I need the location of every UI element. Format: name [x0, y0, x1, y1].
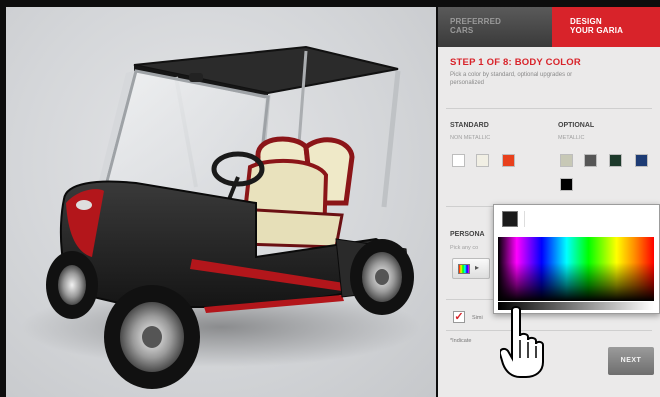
color-palette-icon	[458, 264, 470, 274]
swatch-standard-cream[interactable]	[476, 154, 489, 167]
app-frame: PREFERRED CARS DESIGN YOUR GARIA STEP 1 …	[0, 0, 660, 397]
personalized-subheader: Pick any co	[450, 245, 479, 251]
chevron-right-icon: ▸	[475, 263, 480, 272]
golf-cart-image	[21, 45, 421, 389]
swatch-optional-green[interactable]	[609, 154, 622, 167]
tab-design-line2: YOUR GARIA	[570, 26, 624, 35]
hand-pointer-icon	[500, 306, 544, 378]
tab-preferred-cars[interactable]: PREFERRED CARS	[438, 7, 552, 47]
swatch-standard-white[interactable]	[452, 154, 465, 167]
swatch-optional-blue[interactable]	[635, 154, 648, 167]
swatch-optional-silver[interactable]	[560, 154, 573, 167]
standard-header: STANDARD	[450, 122, 489, 129]
color-spectrum[interactable]	[498, 237, 654, 301]
swatch-standard-orange[interactable]	[502, 154, 515, 167]
tab-preferred-line2: CARS	[450, 26, 474, 35]
config-panel: PREFERRED CARS DESIGN YOUR GARIA STEP 1 …	[438, 7, 660, 397]
similar-color-checkbox[interactable]: ✓	[453, 311, 465, 323]
color-picker-button[interactable]: ▸	[452, 258, 490, 279]
step-description: Pick a color by standard, optional upgra…	[450, 72, 573, 86]
standard-subheader: NON METALLIC	[450, 135, 491, 141]
color-picker-popup	[493, 204, 660, 314]
personalized-header: PERSONA	[450, 231, 485, 238]
step-title: STEP 1 OF 8: BODY COLOR	[450, 57, 581, 68]
current-color-preview	[502, 211, 518, 227]
tab-design-line1: DESIGN	[570, 17, 602, 26]
swatch-optional-gray[interactable]	[584, 154, 597, 167]
swatch-optional-black[interactable]	[560, 178, 573, 191]
color-value-field[interactable]	[524, 211, 654, 227]
optional-header: OPTIONAL	[558, 122, 595, 129]
footnote-text: *Indicate	[450, 338, 472, 344]
next-button[interactable]: NEXT	[608, 347, 654, 375]
tab-design-your-garia[interactable]: DESIGN YOUR GARIA	[552, 7, 660, 47]
tab-preferred-line1: PREFERRED	[450, 17, 502, 26]
vehicle-preview	[6, 7, 436, 397]
checkbox-label: Simi	[472, 315, 483, 321]
optional-subheader: METALLIC	[558, 135, 585, 141]
divider	[446, 108, 652, 109]
divider	[446, 330, 652, 331]
